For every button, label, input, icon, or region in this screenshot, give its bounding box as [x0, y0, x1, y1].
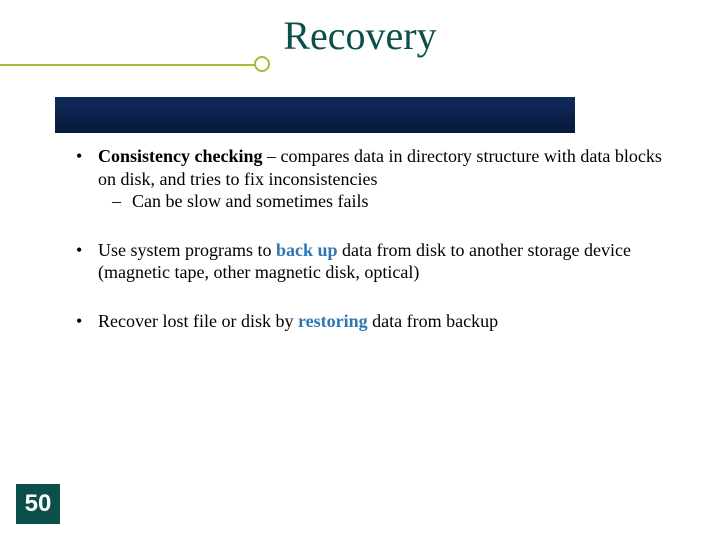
- body-text: Use system programs to: [98, 240, 276, 260]
- term-restoring: restoring: [298, 311, 368, 331]
- sub-list: Can be slow and sometimes fails: [98, 190, 670, 213]
- list-item: Consistency checking – compares data in …: [70, 145, 670, 213]
- term-back-up: back up: [276, 240, 338, 260]
- body-text: data from backup: [368, 311, 498, 331]
- term-consistency-checking: Consistency checking: [98, 146, 263, 166]
- content-area: Consistency checking – compares data in …: [70, 145, 670, 358]
- page-number-badge: 50: [16, 484, 60, 524]
- body-text: Recover lost file or disk by: [98, 311, 298, 331]
- decorative-circle-icon: [254, 56, 270, 72]
- slide-title: Recovery: [0, 12, 720, 59]
- body-text: Can be slow and sometimes fails: [132, 191, 368, 211]
- list-item: Can be slow and sometimes fails: [98, 190, 670, 213]
- title-area: Recovery: [0, 0, 720, 100]
- bullet-list: Consistency checking – compares data in …: [70, 145, 670, 332]
- list-item: Use system programs to back up data from…: [70, 239, 670, 284]
- list-item: Recover lost file or disk by restoring d…: [70, 310, 670, 333]
- decorative-line: [0, 64, 260, 66]
- slide: Recovery Consistency checking – compares…: [0, 0, 720, 540]
- decorative-bar: [55, 97, 575, 133]
